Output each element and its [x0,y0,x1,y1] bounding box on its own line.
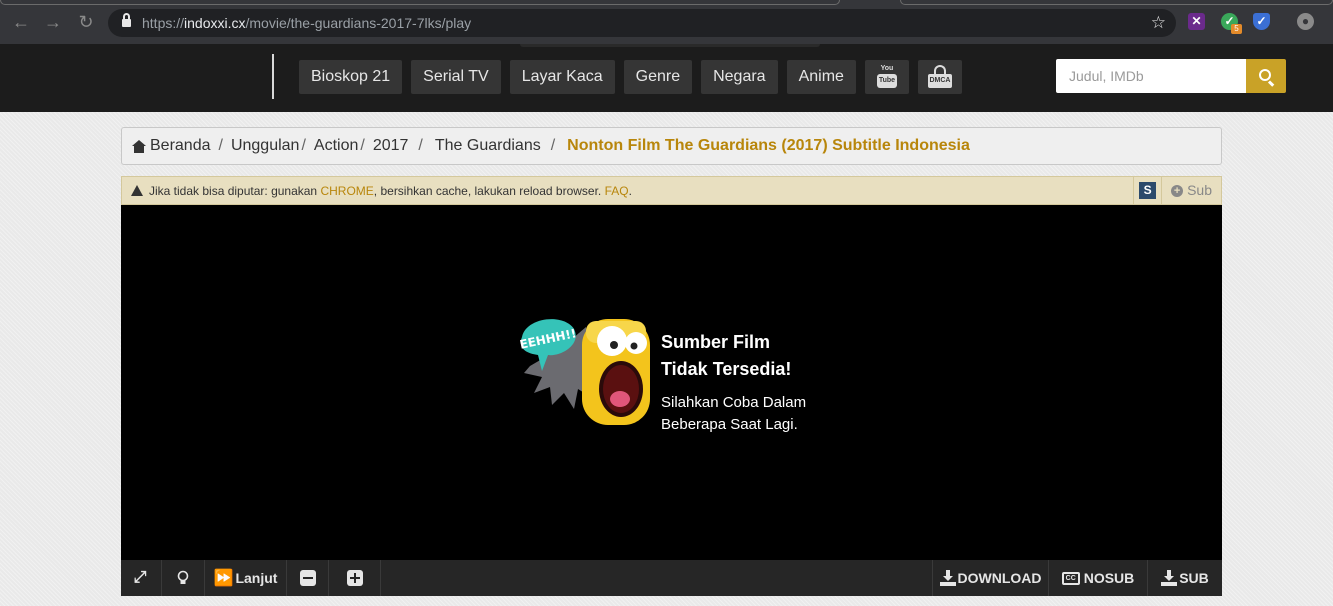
playback-notice: Jika tidak bisa diputar: gunakan CHROME … [121,176,1222,205]
add-sub-button[interactable]: + Sub [1161,177,1221,204]
home-icon [132,139,146,153]
sub-download-button[interactable]: SUB [1147,560,1222,596]
breadcrumb-unggulan[interactable]: Unggulan [231,137,300,155]
breadcrumb-separator: / [550,137,556,154]
lightbulb-icon [177,570,189,584]
error-subtitle: Silahkan Coba Dalam Beberapa Saat Lagi. [661,394,807,433]
download-icon [1161,570,1178,586]
player-control-bar: ⤢ ⏩ Lanjut DOWNLOAD CC NOSUB SUB [121,560,1222,596]
nav-serial-tv[interactable]: Serial TV [411,60,501,94]
fullscreen-button[interactable]: ⤢ [121,560,162,596]
zoom-out-button[interactable] [287,560,329,596]
nosub-label: NOSUB [1083,570,1135,586]
forward-arrow-icon[interactable]: → [44,13,62,31]
nav-layar-kaca[interactable]: Layar Kaca [509,60,615,94]
nav-bioskop-21[interactable]: Bioskop 21 [299,60,403,94]
header-notch [520,44,820,47]
closed-captions-icon: CC [1061,571,1080,585]
shield-icon[interactable]: ✓ [1253,13,1270,30]
control-spacer [381,560,932,596]
browser-tab-edge[interactable] [0,0,840,5]
nav-genre[interactable]: Genre [623,60,693,94]
profile-avatar-icon[interactable]: ● [1297,13,1314,30]
main-nav: Bioskop 21 Serial TV Layar Kaca Genre Ne… [299,60,962,94]
bookmark-star-icon[interactable]: ☆ [1151,13,1166,33]
download-label: DOWNLOAD [957,570,1042,586]
download-button[interactable]: DOWNLOAD [932,560,1048,596]
notice-text: Jika tidak bisa diputar: gunakan [149,183,321,198]
search-icon [1259,69,1271,81]
back-arrow-icon[interactable]: ← [12,13,30,31]
download-icon [939,570,956,586]
logo-divider [272,54,274,99]
add-sub-label: Sub [1187,182,1212,198]
fullscreen-icon: ⤢ [133,569,147,586]
address-bar[interactable]: https://indoxxi.cx/movie/the-guardians-2… [108,9,1176,37]
search-box [1056,59,1286,93]
site-header: Bioskop 21 Serial TV Layar Kaca Genre Ne… [0,44,1333,112]
breadcrumb-separator: / [301,137,306,154]
next-label: Lanjut [235,570,278,586]
screaming-mascot-icon: EEHHH!! [520,319,650,425]
video-player[interactable]: EEHHH!! Sumber Film Tidak Tersedia! Sila… [121,205,1222,560]
nav-negara[interactable]: Negara [701,60,778,94]
nosub-button[interactable]: CC NOSUB [1048,560,1147,596]
notice-text: , bersihkan cache, lakukan reload browse… [373,183,605,198]
dmca-button[interactable]: DMCA [917,60,962,94]
plus-square-icon [346,570,363,586]
lock-icon [122,13,131,28]
breadcrumb-year[interactable]: 2017 [373,137,409,155]
browser-toolbar: ← → ↻ https://indoxxi.cx/movie/the-guard… [0,0,1333,44]
faq-link[interactable]: FAQ [605,184,629,198]
extension-badge: 5 [1231,24,1242,34]
subscene-icon: S [1139,182,1157,199]
warning-icon [131,185,143,196]
plus-circle-icon: + [1171,184,1184,197]
fast-forward-icon: ⏩ [213,570,234,587]
extension-icon[interactable]: ✕ [1188,13,1205,30]
dmca-lock-icon: DMCA [927,65,952,89]
breadcrumb-movie[interactable]: The Guardians [435,137,541,155]
breadcrumb-separator: / [218,137,223,154]
breadcrumb-home[interactable]: Beranda [150,137,211,155]
breadcrumb-action[interactable]: Action [314,137,358,155]
notice-text-end: . [628,183,632,198]
reload-icon[interactable]: ↻ [77,13,95,31]
minus-square-icon [299,570,316,586]
zoom-in-button[interactable] [329,560,381,596]
youtube-icon: You Tube [876,65,897,89]
search-button[interactable] [1246,59,1286,93]
chrome-link[interactable]: CHROME [320,184,373,198]
search-input[interactable] [1056,59,1246,93]
breadcrumb: Beranda / Unggulan / Action / 2017 / The… [121,127,1222,165]
notice-tools: S + Sub [1133,177,1221,204]
next-button[interactable]: ⏩ Lanjut [205,560,287,596]
subscene-button[interactable]: S [1133,177,1161,204]
breadcrumb-separator: / [360,137,365,154]
breadcrumb-current: Nonton Film The Guardians (2017) Subtitl… [567,137,970,154]
breadcrumb-separator: / [418,137,423,154]
youtube-button[interactable]: You Tube [864,60,909,94]
browser-tab-edge[interactable] [900,0,1333,5]
nav-anime[interactable]: Anime [786,60,856,94]
url-text: https://indoxxi.cx/movie/the-guardians-2… [142,15,472,31]
lights-button[interactable] [162,560,205,596]
error-title: Sumber Film Tidak Tersedia! [661,332,792,379]
sub-label: SUB [1179,570,1209,586]
